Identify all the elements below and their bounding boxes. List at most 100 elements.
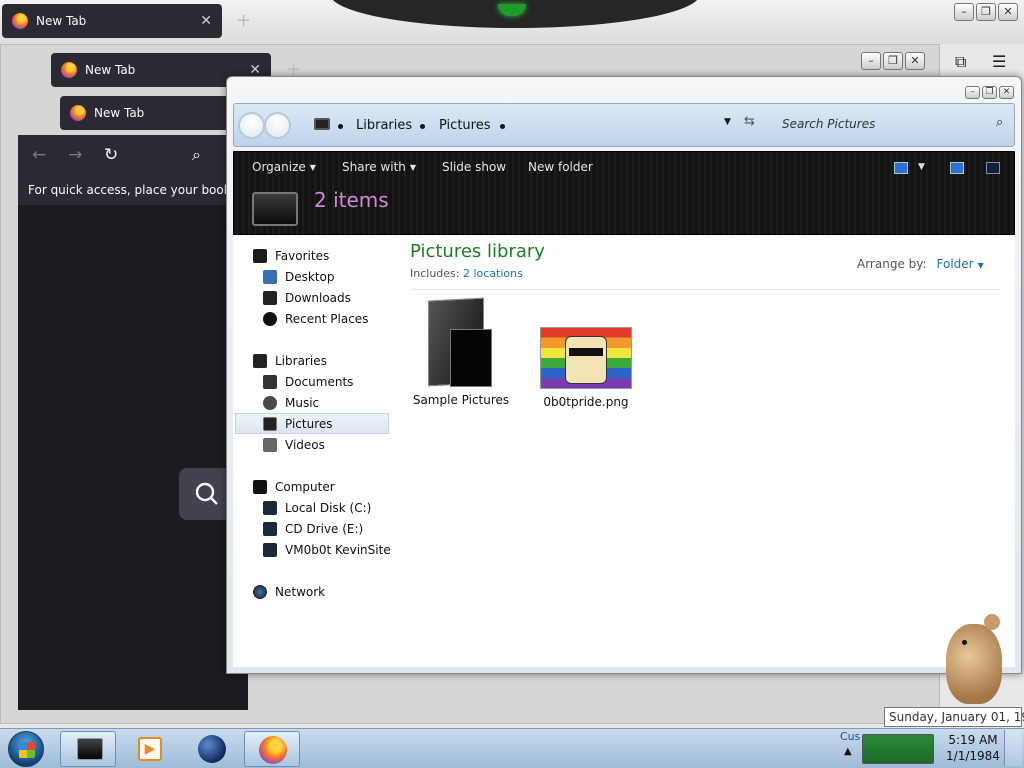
item-count: 2 items [314, 188, 389, 212]
organize-button[interactable]: Organize ▼ [252, 160, 316, 174]
browser-tab[interactable]: New Tab ✕ [2, 4, 222, 38]
preview-pane-icon[interactable] [950, 162, 964, 174]
search-icon[interactable]: ⌕ [192, 145, 201, 165]
nav-recent-places[interactable]: Recent Places [263, 308, 421, 329]
firefox-icon [259, 736, 287, 764]
taskbar-firefox-button[interactable] [244, 731, 300, 767]
taskbar-clock[interactable]: 5:19 AM 1/1/1984 [944, 732, 1002, 764]
search-icon[interactable]: ⌕ [996, 115, 1003, 130]
help-icon[interactable] [986, 162, 1000, 174]
date-tooltip: Sunday, January 01, 1984 [884, 707, 1024, 727]
arrange-by: Arrange by: Folder ▼ [857, 257, 984, 271]
breadcrumb-separator [338, 124, 343, 129]
share-with-button[interactable]: Share with ▼ [342, 160, 416, 174]
file-item[interactable]: Sample Pictures [411, 297, 511, 407]
restore-button[interactable]: ❐ [982, 86, 997, 99]
documents-icon [263, 374, 277, 389]
clock-time: 5:19 AM [948, 733, 998, 747]
clock-date: 1/1/1984 [946, 749, 1000, 763]
outer-window-controls: – ❐ ✕ [954, 3, 1018, 21]
address-bar-row: Libraries Pictures ▼ ⇆ Search Pictures ⌕ [233, 103, 1015, 147]
nav-local-disk[interactable]: Local Disk (C:) [263, 497, 421, 518]
pictures-icon [263, 416, 277, 431]
close-button[interactable]: ✕ [999, 86, 1014, 99]
breadcrumb-separator [500, 124, 505, 129]
explorer-content: Favorites Desktop Downloads Recent Place… [233, 235, 1015, 667]
nav-cd-drive[interactable]: CD Drive (E:) [263, 518, 421, 539]
restore-button[interactable]: ❐ [976, 3, 996, 21]
close-tab-icon[interactable]: ✕ [200, 13, 212, 29]
start-button[interactable] [8, 731, 44, 767]
firefox-icon [70, 105, 86, 121]
window-2-controls: – ❐ ✕ [861, 52, 925, 70]
back-arrow-icon[interactable]: ← [32, 145, 46, 165]
hamster-desktop-gadget[interactable] [938, 604, 1008, 704]
back-button[interactable] [238, 112, 265, 139]
search-input[interactable]: Search Pictures [782, 117, 875, 131]
navigation-pane: Favorites Desktop Downloads Recent Place… [233, 235, 401, 667]
breadcrumb-pictures[interactable]: Pictures [439, 118, 490, 133]
menu-icon[interactable]: ☰ [992, 52, 1006, 71]
nav-computer[interactable]: Computer [253, 476, 411, 497]
taskbar-explorer-button[interactable] [60, 731, 116, 767]
globe-icon [198, 735, 226, 763]
file-name: Sample Pictures [412, 393, 510, 407]
nav-desktop[interactable]: Desktop [263, 266, 421, 287]
browser-toolbar: ← → ↻ ⌕ [18, 135, 248, 175]
nav-libraries[interactable]: Libraries [253, 350, 411, 371]
new-folder-button[interactable]: New folder [528, 160, 593, 174]
slide-show-button[interactable]: Slide show [442, 160, 506, 174]
tab-title: New Tab [36, 14, 87, 28]
view-dropdown-icon[interactable]: ▼ [918, 162, 925, 172]
nav-network-share[interactable]: VM0b0t KevinSite [263, 539, 421, 560]
change-view-icon[interactable] [894, 162, 908, 174]
minimize-button[interactable]: – [954, 3, 974, 21]
windows-logo-icon [19, 742, 35, 758]
breadcrumb-libraries[interactable]: Libraries [356, 118, 412, 133]
breadcrumb-separator [420, 124, 425, 129]
network-icon [253, 584, 267, 599]
tab-title: New Tab [85, 63, 136, 77]
forward-arrow-icon[interactable]: → [68, 145, 82, 165]
firefox-icon [61, 62, 77, 78]
explorer-window: – ❐ ✕ Libraries Pictures ▼ ⇆ Search Pict… [226, 76, 1022, 674]
refresh-icon[interactable]: ⇆ [744, 114, 755, 129]
file-item[interactable]: 0b0tpride.png [531, 299, 641, 409]
image-thumbnail [540, 327, 632, 389]
show-desktop-button[interactable] [1004, 730, 1022, 766]
nav-pictures[interactable]: Pictures [235, 413, 389, 434]
browser-tab[interactable]: New Tab [60, 96, 230, 130]
libraries-location-icon [314, 118, 330, 130]
nav-music[interactable]: Music [263, 392, 421, 413]
restore-button[interactable]: ❐ [883, 52, 903, 70]
address-dropdown-icon[interactable]: ▼ [724, 117, 731, 127]
local-disk-icon [263, 500, 277, 515]
library-includes: Includes: 2 locations [410, 267, 523, 280]
cd-drive-icon [263, 521, 277, 536]
close-button[interactable]: ✕ [998, 3, 1018, 21]
reload-icon[interactable]: ↻ [104, 145, 118, 165]
taskbar-media-player-button[interactable]: ▶ [122, 731, 178, 767]
nav-favorites[interactable]: Favorites [253, 245, 411, 266]
nav-videos[interactable]: Videos [263, 434, 421, 455]
nav-documents[interactable]: Documents [263, 371, 421, 392]
new-tab-button[interactable]: + [236, 10, 251, 31]
library-title: Pictures library [410, 241, 545, 262]
taskbar-ie-button[interactable] [184, 731, 240, 767]
chevron-down-icon[interactable]: ▼ [978, 261, 984, 270]
notification-area-icons[interactable] [862, 734, 934, 764]
forward-button[interactable] [264, 112, 291, 139]
locations-link[interactable]: 2 locations [463, 267, 523, 280]
tray-overflow-label[interactable]: Cus [840, 730, 860, 743]
tray-expand-icon[interactable]: ▲ [844, 746, 852, 757]
close-button[interactable]: ✕ [905, 52, 925, 70]
extensions-icon[interactable]: ⧉ [955, 52, 966, 72]
nav-downloads[interactable]: Downloads [263, 287, 421, 308]
downloads-icon [263, 290, 277, 305]
videos-icon [263, 437, 277, 452]
pictures-library-icon [252, 192, 298, 226]
arrange-by-dropdown[interactable]: Folder [937, 257, 974, 271]
nav-network[interactable]: Network [253, 581, 411, 602]
minimize-button[interactable]: – [965, 86, 980, 99]
minimize-button[interactable]: – [861, 52, 881, 70]
